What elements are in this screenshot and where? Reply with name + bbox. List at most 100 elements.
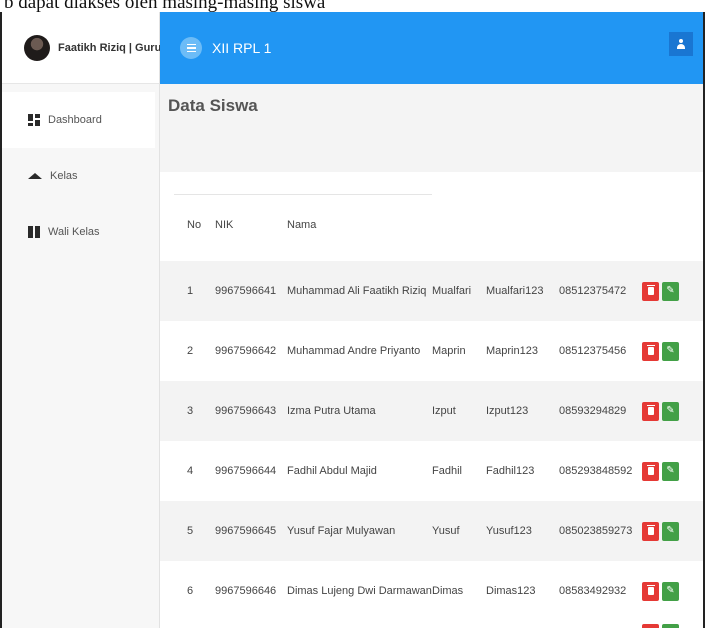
app-window: Faatikh Riziq | Guru Dashboard Kelas Wal… [0, 12, 705, 628]
cell-password: Maprin123 [486, 345, 538, 357]
table-row: 3 9967596643 Izma Putra Utama Izput Izpu… [160, 381, 703, 441]
row-actions: ✎ [642, 441, 679, 501]
trash-icon [646, 345, 655, 355]
cell-username: Maprin [432, 345, 466, 357]
trash-icon [646, 465, 655, 475]
page-title: Data Siswa [168, 96, 258, 115]
trash-icon [646, 585, 655, 595]
sidebar-item-kelas[interactable]: Kelas [2, 148, 159, 204]
cell-telp: 08593294829 [559, 405, 627, 417]
delete-button[interactable] [642, 581, 659, 601]
edit-button[interactable]: ✎ [662, 521, 679, 541]
delete-button[interactable] [642, 341, 659, 361]
trash-icon [646, 405, 655, 415]
sidebar: Faatikh Riziq | Guru Dashboard Kelas Wal… [2, 12, 162, 628]
cell-no: 4 [187, 465, 194, 477]
profile-name: Faatikh Riziq | Guru [58, 41, 162, 54]
student-table-card: No NIK Nama 1 9967596641 Muhammad Ali Fa… [160, 172, 703, 628]
edit-button[interactable]: ✎ [662, 281, 679, 301]
cell-telp: 085023859273 [559, 525, 633, 537]
menu-icon [186, 43, 196, 46]
cell-username: Yusuf [432, 525, 460, 537]
edit-icon: ✎ [666, 285, 675, 296]
cell-nik: 9967596643 [215, 405, 277, 417]
cell-nama: Muhammad Andre Priyanto [287, 345, 421, 357]
cell-password: Dimas123 [486, 585, 536, 597]
table-row: 5 9967596645 Yusuf Fajar Mulyawan Yusuf … [160, 501, 703, 561]
edit-button[interactable]: ✎ [662, 461, 679, 481]
trash-icon [646, 285, 655, 295]
cell-nama: Dimas Lujeng Dwi Darmawan [287, 585, 432, 597]
column-header-nik: NIK [215, 219, 234, 231]
avatar [24, 34, 50, 61]
cell-nik: 9967596645 [215, 525, 277, 537]
cell-nik: 9967596646 [215, 585, 277, 597]
row-actions: ✎ [642, 381, 679, 441]
menu-icon-line [186, 47, 196, 49]
cell-no: 5 [187, 525, 194, 537]
edit-button[interactable]: ✎ [662, 401, 679, 421]
delete-button[interactable] [642, 521, 659, 541]
user-icon [676, 38, 686, 50]
sidebar-item-label: Kelas [50, 170, 78, 182]
cell-no: 1 [187, 285, 194, 297]
cell-nama: Izma Putra Utama [287, 405, 376, 417]
cell-username: Izput [432, 405, 456, 417]
cell-username: Mualfari [432, 285, 472, 297]
menu-toggle-button[interactable] [180, 37, 202, 59]
columns-icon [28, 226, 40, 238]
row-actions: ✎ [642, 261, 679, 321]
cell-telp: 08512375456 [559, 345, 627, 357]
cell-telp: 08512375472 [559, 285, 627, 297]
divider [174, 194, 432, 195]
delete-button[interactable] [642, 401, 659, 421]
cell-password: Fadhil123 [486, 465, 535, 477]
cell-nik: 9967596641 [215, 285, 277, 297]
cell-username: Dimas [432, 585, 464, 597]
cell-nik: 9967596644 [215, 465, 277, 477]
sidebar-profile[interactable]: Faatikh Riziq | Guru [2, 12, 162, 84]
table-row: 1 9967596641 Muhammad Ali Faatikh Riziq … [160, 261, 703, 321]
cell-nama: Fadhil Abdul Majid [287, 465, 377, 477]
sidebar-item-dashboard[interactable]: Dashboard [2, 92, 155, 148]
cell-telp: 08583492932 [559, 585, 627, 597]
row-actions: ✎ [642, 501, 679, 561]
sidebar-item-wali-kelas[interactable]: Wali Kelas [2, 204, 159, 260]
cell-username: Fadhil [432, 465, 462, 477]
user-menu-button[interactable] [669, 32, 693, 56]
delete-button[interactable] [642, 461, 659, 481]
edit-icon: ✎ [666, 585, 675, 596]
cell-no: 6 [187, 585, 194, 597]
edit-button[interactable]: ✎ [662, 341, 679, 361]
edit-button[interactable]: ✎ [662, 581, 679, 601]
edit-icon: ✎ [666, 465, 675, 476]
menu-icon-line [186, 50, 196, 53]
edit-button[interactable] [662, 624, 679, 628]
column-header-nama: Nama [287, 219, 317, 231]
cell-password: Izput123 [486, 405, 529, 417]
cell-nik: 9967596642 [215, 345, 277, 357]
column-header-no: No [187, 219, 202, 231]
delete-button[interactable] [642, 624, 659, 628]
table-row: 6 9967596646 Dimas Lujeng Dwi Darmawan D… [160, 561, 703, 621]
cell-no: 3 [187, 405, 194, 417]
row-actions: ✎ [642, 321, 679, 381]
cell-nama: Muhammad Ali Faatikh Riziq [287, 285, 427, 297]
cell-password: Mualfari123 [486, 285, 544, 297]
edit-icon: ✎ [666, 345, 675, 356]
edit-icon: ✎ [666, 405, 675, 416]
sidebar-item-label: Wali Kelas [48, 226, 100, 238]
table-row: 4 9967596644 Fadhil Abdul Majid Fadhil F… [160, 441, 703, 501]
sidebar-item-label: Dashboard [48, 114, 102, 126]
delete-button[interactable] [642, 281, 659, 301]
dashboard-icon [28, 114, 40, 126]
table-header: No NIK Nama [160, 202, 703, 248]
top-bar: XII RPL 1 [160, 12, 703, 84]
trash-icon [646, 525, 655, 535]
class-title: XII RPL 1 [212, 40, 272, 56]
cell-nama: Yusuf Fajar Mulyawan [287, 525, 396, 537]
table-row-partial [160, 624, 703, 628]
table-row: 2 9967596642 Muhammad Andre Priyanto Map… [160, 321, 703, 381]
sidebar-nav: Dashboard Kelas Wali Kelas [2, 92, 159, 260]
row-actions: ✎ [642, 561, 679, 621]
